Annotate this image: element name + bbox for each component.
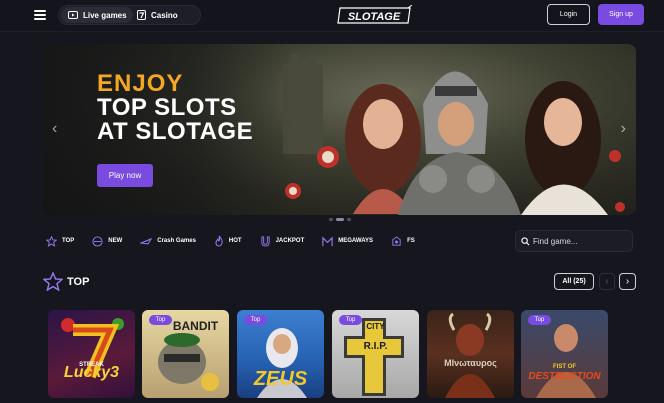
casino-tab[interactable]: Casino xyxy=(137,7,178,23)
category-bar: TOP NEW Crash Games HOT JACKPOT MEGAWAYS… xyxy=(46,233,433,249)
new-icon xyxy=(92,235,103,247)
magnet-icon xyxy=(260,235,270,247)
game-title: BANDIT xyxy=(172,319,219,333)
category-label: Crash Games xyxy=(157,238,196,244)
megaways-icon xyxy=(322,236,333,246)
category-top[interactable]: TOP xyxy=(46,235,75,247)
top-badge: Top xyxy=(528,315,551,325)
mode-switch: Live games Casino xyxy=(58,5,201,25)
carousel-dots xyxy=(329,218,351,221)
category-new[interactable]: NEW xyxy=(92,235,123,247)
carousel-dot[interactable] xyxy=(347,218,351,221)
chevron-left-icon[interactable]: ‹ xyxy=(599,273,615,290)
search-input[interactable] xyxy=(533,234,629,249)
category-label: MEGAWAYS xyxy=(338,238,374,244)
star-icon xyxy=(43,272,63,291)
top-badge: Top xyxy=(244,315,267,325)
live-games-tab[interactable]: Live games xyxy=(61,7,133,23)
category-label: NEW xyxy=(108,238,123,244)
game-tile-minotauros[interactable]: MIνωταυρος xyxy=(427,310,514,398)
game-tile-le-bandit[interactable]: Top BANDIT xyxy=(142,310,229,398)
category-megaways[interactable]: MEGAWAYS xyxy=(322,236,373,247)
star-icon xyxy=(46,235,57,247)
game-subtitle: STREAK xyxy=(79,362,104,368)
category-label: JACKPOT xyxy=(275,238,305,244)
game-tile-lucky-streak-3[interactable]: Lucky3 STREAK xyxy=(48,310,135,398)
category-crash-games[interactable]: Crash Games xyxy=(140,236,196,246)
live-games-label: Live games xyxy=(83,10,127,20)
hero-headline-at-slotage: AT SLOTAGE xyxy=(97,118,254,145)
category-label: FS xyxy=(407,238,415,244)
casino-label: Casino xyxy=(151,10,178,20)
game-subtitle: FIST OF xyxy=(553,364,576,370)
category-fs[interactable]: FS xyxy=(391,235,415,247)
play-now-button[interactable]: Play now xyxy=(97,164,153,187)
category-jackpot[interactable]: JACKPOT xyxy=(260,235,305,247)
flame-icon xyxy=(215,235,223,247)
game-tile-zeus[interactable]: Top ZEUS xyxy=(237,310,324,398)
game-title: DESTRUCTION xyxy=(528,371,601,382)
game-title: MIνωταυρος xyxy=(444,358,497,368)
login-button[interactable]: Login xyxy=(547,4,590,25)
menu-icon[interactable] xyxy=(34,10,46,20)
game-title: ZEUS xyxy=(253,368,308,390)
category-label: HOT xyxy=(228,238,242,244)
category-hot[interactable]: HOT xyxy=(214,235,242,247)
lucky-seven-art xyxy=(61,318,124,379)
minotaur-art xyxy=(445,312,495,398)
view-all-button[interactable]: All (25) xyxy=(554,273,594,290)
live-tv-icon xyxy=(68,11,78,19)
game-tile-fist-of-destruction[interactable]: Top FIST OF DESTRUCTION xyxy=(521,310,608,398)
seven-icon xyxy=(137,10,146,20)
game-tile-rip-city[interactable]: Top R.I.P. CITY xyxy=(332,310,419,398)
game-title: R.I.P. xyxy=(363,341,388,352)
slotage-logo[interactable]: SLOTAGE xyxy=(336,4,414,26)
category-label: TOP xyxy=(62,238,75,244)
chevron-right-icon[interactable]: › xyxy=(621,120,626,138)
plane-icon xyxy=(140,238,153,245)
signup-button[interactable]: Sign up xyxy=(598,4,644,25)
chevron-left-icon[interactable]: ‹ xyxy=(52,120,57,138)
hero-illustration xyxy=(283,54,625,215)
game-subtitle: CITY xyxy=(366,322,385,331)
carousel-dot-active[interactable] xyxy=(336,218,344,221)
hero-banner[interactable]: ENJOY TOP SLOTS AT SLOTAGE Play now ‹ › xyxy=(43,44,636,215)
section-title: TOP xyxy=(67,276,90,288)
carousel-dot[interactable] xyxy=(329,218,333,221)
chevron-right-icon[interactable]: › xyxy=(619,273,636,290)
game-search xyxy=(515,230,633,252)
search-icon xyxy=(521,237,530,246)
logo-text: SLOTAGE xyxy=(348,11,401,23)
top-header: Live games Casino SLOTAGE Login Sign up xyxy=(0,0,664,32)
free-spins-icon xyxy=(392,235,401,246)
